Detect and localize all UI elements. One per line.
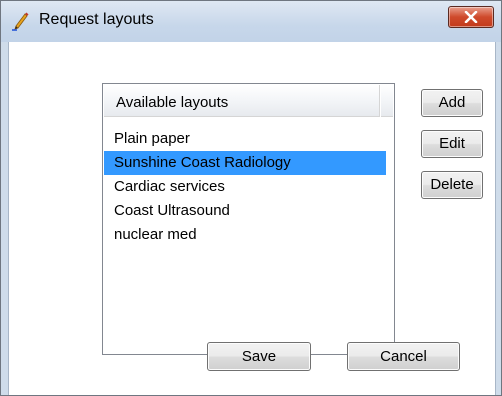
close-button[interactable]	[448, 6, 494, 28]
edit-button[interactable]: Edit	[421, 130, 483, 158]
list-item[interactable]: nuclear med	[104, 223, 393, 247]
request-layouts-dialog: Request layouts Available layouts Plain …	[0, 0, 502, 396]
delete-button[interactable]: Delete	[421, 171, 483, 199]
cancel-button[interactable]: Cancel	[347, 342, 460, 371]
close-icon	[464, 11, 478, 23]
list-header-label: Available layouts	[116, 94, 229, 111]
list-header-filler	[381, 85, 393, 117]
add-button[interactable]: Add	[421, 89, 483, 117]
save-button[interactable]: Save	[207, 342, 311, 371]
list-item[interactable]: Coast Ultrasound	[104, 199, 393, 223]
list-item[interactable]: Cardiac services	[104, 175, 393, 199]
list-item[interactable]: Plain paper	[104, 127, 393, 151]
list-item-selected[interactable]: Sunshine Coast Radiology	[104, 151, 386, 175]
title-bar[interactable]: Request layouts	[1, 1, 501, 42]
list-column-header[interactable]: Available layouts	[104, 85, 380, 117]
dialog-body: Available layouts Plain paper Sunshine C…	[8, 42, 496, 395]
available-layouts-list[interactable]: Available layouts Plain paper Sunshine C…	[102, 83, 395, 355]
pen-icon	[12, 12, 29, 31]
window-title: Request layouts	[39, 11, 154, 28]
list-items: Plain paper Sunshine Coast Radiology Car…	[104, 127, 393, 247]
